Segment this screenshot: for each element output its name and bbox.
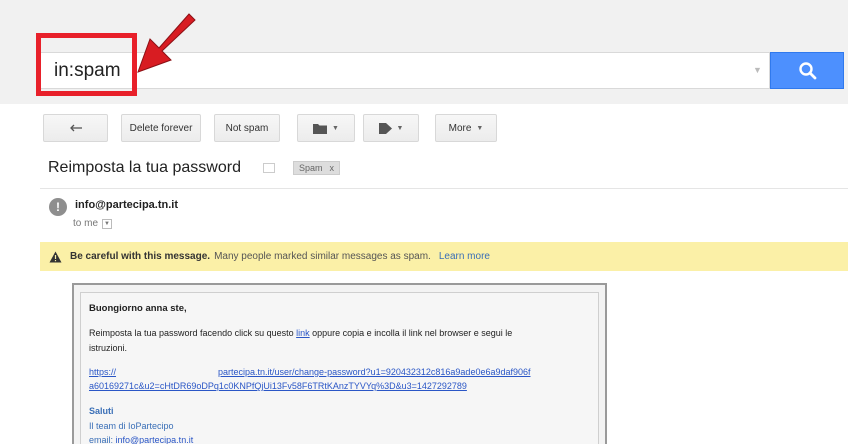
warning-title: Be careful with this message. — [70, 251, 211, 262]
message-subject: Reimposta la tua password — [48, 159, 241, 176]
remove-label-icon[interactable]: x — [330, 163, 335, 173]
labels-button[interactable]: ▼ — [363, 114, 419, 142]
greeting-text: Buongiorno anna ste, — [89, 303, 187, 314]
reset-url-part-1[interactable]: https:// — [89, 367, 116, 377]
message-body-frame: Buongiorno anna ste, Reimposta la tua pa… — [72, 283, 607, 444]
reset-link[interactable]: link — [296, 328, 310, 338]
more-label: More — [448, 122, 472, 134]
back-arrow-icon — [69, 124, 82, 132]
header-divider — [40, 188, 848, 189]
spam-label-text: Spam — [298, 163, 323, 173]
reset-url-part-3[interactable]: a60169271c&u2=cHtDR69oDPq1c0KNPfQjUi13Fv… — [89, 381, 467, 391]
search-button[interactable] — [770, 52, 844, 89]
more-button[interactable]: More ▼ — [435, 114, 497, 142]
search-highlight-box — [36, 33, 137, 96]
warning-icon — [49, 251, 62, 262]
signature-email-label: email: — [89, 435, 116, 444]
signature-team: Il team di IoPartecipo — [89, 421, 174, 431]
recipient-text: to me — [73, 218, 99, 229]
action-toolbar: Delete forever Not spam ▼ ▼ More ▼ — [0, 104, 848, 150]
move-to-button[interactable]: ▼ — [297, 114, 355, 142]
red-arrow-icon — [137, 13, 196, 73]
instructions-text: Reimposta la tua password facendo click … — [89, 328, 297, 338]
spam-label-chip[interactable]: Spam x — [292, 161, 340, 175]
show-details-icon[interactable]: ▼ — [102, 218, 113, 229]
not-spam-button[interactable]: Not spam — [214, 114, 280, 142]
instructions-line-1: Reimposta la tua password facendo click … — [89, 328, 512, 338]
instructions-text-continued: oppure copia e incolla il link nel brows… — [309, 328, 513, 338]
subject-row: Reimposta la tua password Spam x — [48, 157, 340, 179]
signature-email-link[interactable]: info@partecipa.tn.it — [116, 435, 194, 444]
search-icon — [799, 62, 817, 80]
recipient-line: to me ▼ — [73, 218, 113, 229]
instructions-line-2: istruzioni. — [89, 343, 128, 353]
folder-icon — [313, 123, 328, 134]
warning-text: Many people marked similar messages as s… — [214, 251, 431, 262]
search-options-dropdown-icon[interactable]: ▼ — [753, 65, 762, 75]
tag-icon — [378, 122, 392, 134]
sender-email[interactable]: info@partecipa.tn.it — [75, 199, 178, 211]
signature-email-line: email: info@partecipa.tn.it — [89, 435, 193, 444]
delete-forever-button[interactable]: Delete forever — [121, 114, 201, 142]
back-button[interactable] — [43, 114, 108, 142]
reset-url-part-2[interactable]: partecipa.tn.it/user/change-password?u1=… — [218, 367, 531, 377]
importance-marker-icon[interactable] — [262, 163, 275, 173]
chevron-down-icon: ▼ — [476, 124, 484, 132]
message-body: Buongiorno anna ste, Reimposta la tua pa… — [80, 292, 599, 444]
chevron-down-icon: ▼ — [332, 124, 339, 132]
learn-more-link[interactable]: Learn more — [439, 251, 490, 262]
chevron-down-icon: ▼ — [396, 124, 404, 132]
closing-text: Saluti — [89, 406, 114, 416]
spam-warning-banner: Be careful with this message. Many peopl… — [40, 242, 848, 271]
sender-avatar: ! — [49, 198, 67, 216]
